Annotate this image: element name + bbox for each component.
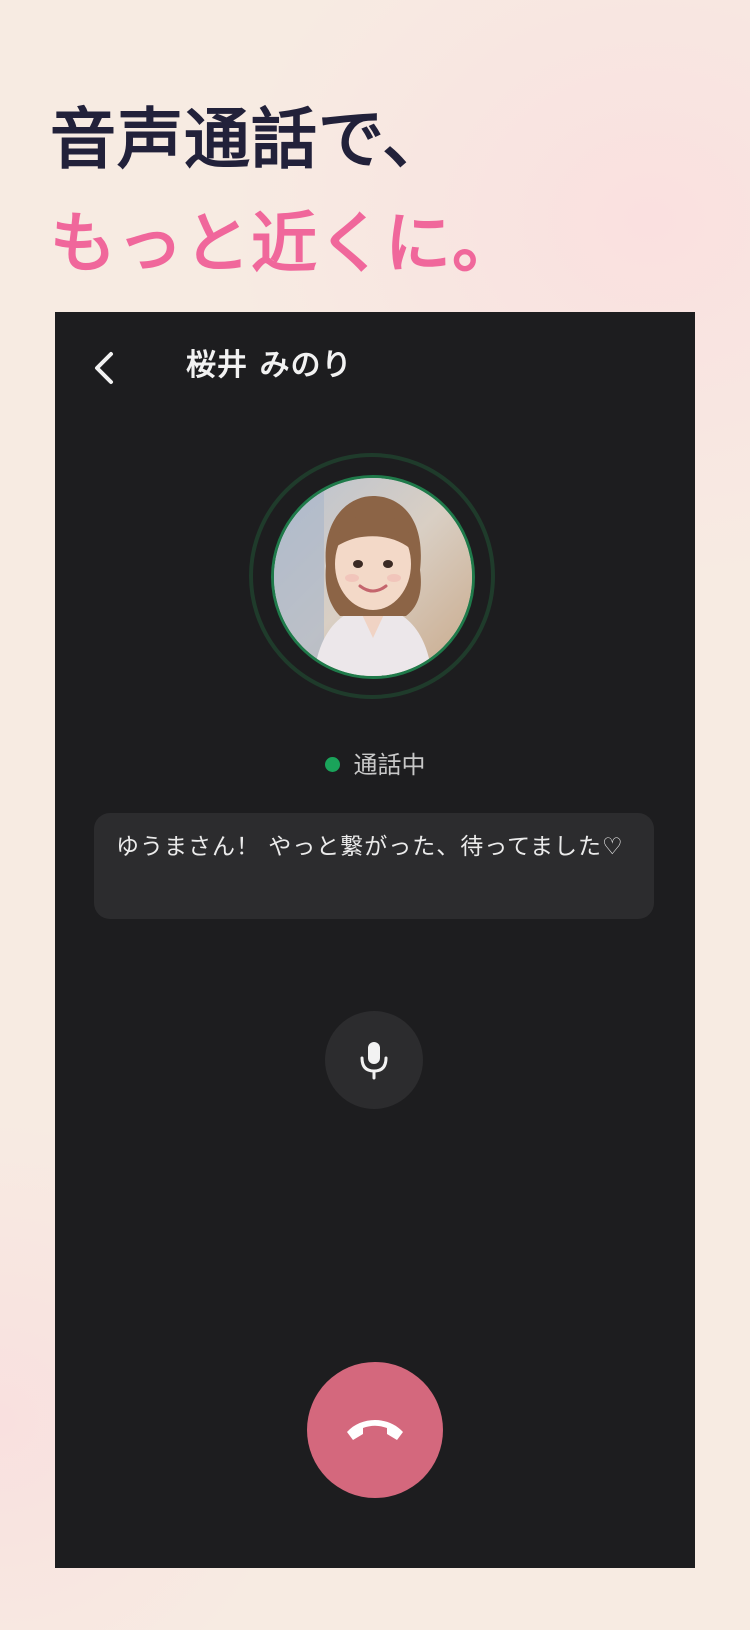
call-status-label: 通話中 xyxy=(353,751,426,779)
message-text: ゆうまさん！ やっと繋がった、待ってました♡ xyxy=(116,834,624,860)
phone-hangup-icon xyxy=(347,1420,403,1440)
chevron-left-icon xyxy=(95,352,113,384)
hangup-button[interactable] xyxy=(307,1362,443,1498)
microphone-icon xyxy=(360,1042,388,1080)
call-screen: 桜井 みのり 通話中 ゆうまさん！ やっと繋がった、待ってました♡ xyxy=(55,312,695,1568)
status-dot xyxy=(324,757,340,772)
message-bubble: ゆうまさん！ やっと繋がった、待ってました♡ xyxy=(94,813,654,919)
avatar xyxy=(271,475,475,679)
call-status: 通話中 xyxy=(55,749,695,781)
headline-line-2: もっと近くに。 xyxy=(50,205,519,282)
back-button[interactable] xyxy=(83,346,127,390)
promo-headline: 音声通話で、 もっと近くに。 xyxy=(50,88,519,296)
contact-name: 桜井 みのり xyxy=(186,348,353,383)
headline-line-1: 音声通話で、 xyxy=(50,101,450,178)
mic-button[interactable] xyxy=(325,1011,423,1109)
